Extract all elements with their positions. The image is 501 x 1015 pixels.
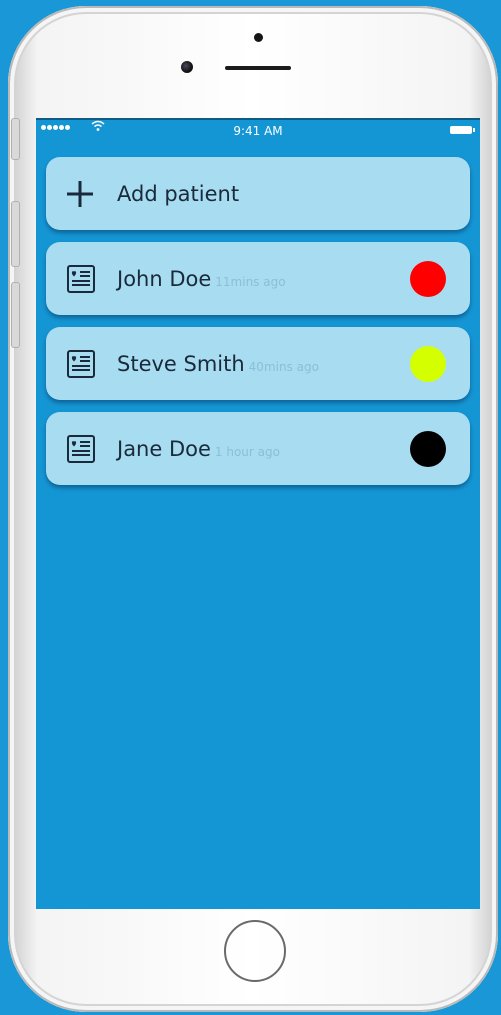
status-indicator: [410, 346, 446, 382]
earpiece-speaker: [225, 66, 291, 70]
mute-switch: [11, 118, 20, 160]
status-time: 9:41 AM: [233, 124, 283, 138]
add-patient-button[interactable]: Add patient: [46, 157, 470, 230]
volume-up-button: [11, 201, 20, 267]
patient-name: Steve Smith 40mins ago: [117, 352, 319, 376]
status-bar: 9:41 AM: [36, 120, 480, 142]
status-indicator: [410, 431, 446, 467]
medical-record-icon: [67, 350, 95, 378]
patient-row[interactable]: Jane Doe 1 hour ago: [46, 412, 470, 485]
medical-record-icon: [67, 265, 95, 293]
patient-name: Jane Doe 1 hour ago: [117, 437, 280, 461]
add-patient-label: Add patient: [117, 182, 240, 206]
front-camera: [181, 61, 193, 73]
patient-last-seen: 1 hour ago: [214, 445, 280, 459]
patient-last-seen: 40mins ago: [248, 360, 319, 374]
volume-down-button: [11, 282, 20, 348]
proximity-sensor: [254, 33, 263, 42]
plus-icon: [67, 181, 93, 207]
battery-icon: [450, 126, 475, 134]
patient-last-seen: 11mins ago: [215, 275, 286, 289]
status-indicator: [410, 261, 446, 297]
home-button[interactable]: [224, 920, 286, 982]
medical-record-icon: [67, 435, 95, 463]
patient-name: John Doe 11mins ago: [117, 267, 286, 291]
stage: 9:41 AM Add patient John Doe11mins ago: [0, 0, 501, 1015]
app-screen: 9:41 AM Add patient John Doe11mins ago: [36, 118, 480, 909]
patient-row[interactable]: Steve Smith 40mins ago: [46, 327, 470, 400]
patient-row[interactable]: John Doe 11mins ago: [46, 242, 470, 315]
